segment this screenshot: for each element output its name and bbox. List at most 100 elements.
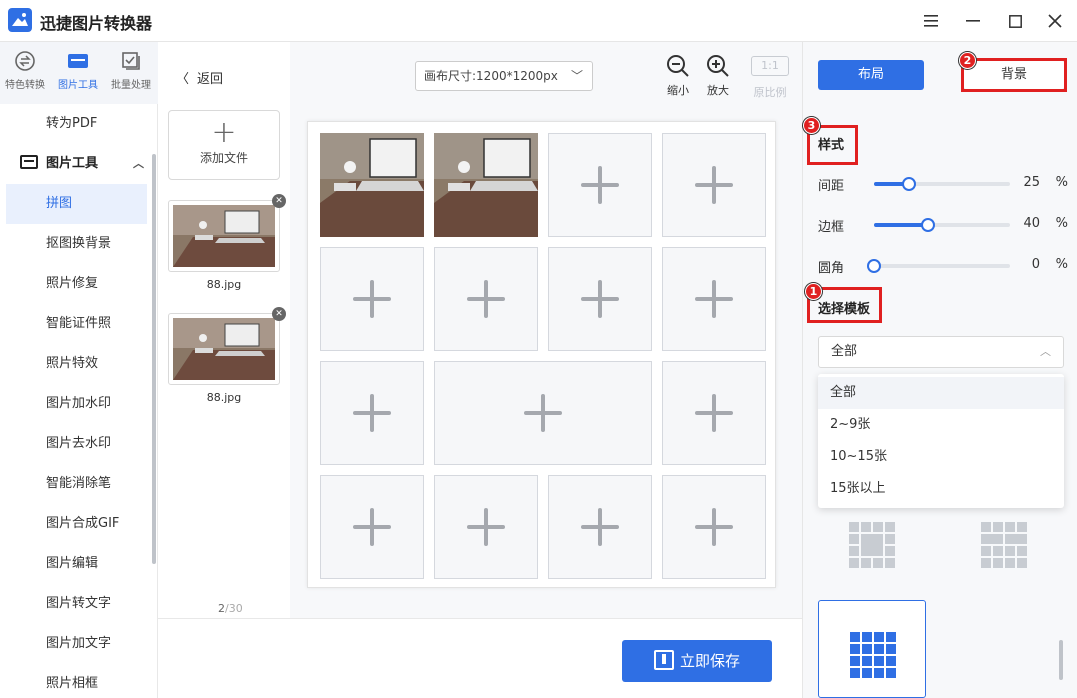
remove-file-icon[interactable]: ✕ bbox=[272, 194, 286, 208]
dropdown-option[interactable]: 15张以上 bbox=[818, 473, 1064, 505]
chevron-down-icon: ﹀ bbox=[570, 69, 583, 83]
plus-icon bbox=[581, 166, 619, 204]
sidebar-item-to-pdf[interactable]: 转为PDF bbox=[0, 104, 150, 144]
canvas-area: 画布尺寸:1200*1200px ﹀ 缩小 放大 1:1 原比例 bbox=[290, 42, 802, 618]
original-ratio-button[interactable]: 1:1 原比例 bbox=[750, 54, 790, 100]
ratio-box: 1:1 bbox=[751, 56, 789, 76]
dropdown-option[interactable]: 10~15张 bbox=[818, 441, 1064, 473]
collage-cell-photo[interactable] bbox=[320, 133, 424, 237]
zoom-in-button[interactable]: 放大 bbox=[698, 54, 738, 98]
collage-cell-empty[interactable] bbox=[320, 247, 424, 351]
dropdown-option[interactable]: 全部 bbox=[818, 377, 1064, 409]
slider-track[interactable] bbox=[874, 177, 1010, 191]
template-card-selected[interactable] bbox=[818, 600, 926, 698]
template-category-select[interactable]: 全部 ︿ bbox=[818, 336, 1064, 368]
collage-cell-photo[interactable] bbox=[434, 133, 538, 237]
collage-cell-empty[interactable] bbox=[662, 475, 766, 579]
corner-radius-slider[interactable]: 圆角 0 % bbox=[818, 256, 1068, 276]
maximize-icon[interactable] bbox=[1001, 8, 1029, 34]
sidebar-item-image-edit[interactable]: 图片编辑 bbox=[0, 544, 150, 584]
collage-cell-empty[interactable] bbox=[662, 361, 766, 465]
photo-thumbnail bbox=[173, 205, 275, 267]
slider-knob[interactable] bbox=[902, 177, 917, 191]
sidebar-item-smart-eraser[interactable]: 智能消除笔 bbox=[0, 464, 150, 504]
sidebar-item-gif-maker[interactable]: 图片合成GIF bbox=[0, 504, 150, 544]
app-title: 迅捷图片转换器 bbox=[40, 14, 153, 33]
image-tools-icon bbox=[67, 50, 89, 72]
sidebar-item-add-text[interactable]: 图片加文字 bbox=[0, 624, 150, 664]
sidebar-item-photo-effects[interactable]: 照片特效 bbox=[0, 344, 150, 384]
zoom-in-icon bbox=[706, 54, 730, 78]
download-icon bbox=[653, 650, 674, 670]
template-dropdown: 全部 2~9张 10~15张 15张以上 bbox=[818, 374, 1064, 508]
sidebar-item-cutout-background[interactable]: 抠图换背景 bbox=[0, 224, 150, 264]
slider-knob[interactable] bbox=[867, 259, 881, 273]
sidebar-scrollbar[interactable] bbox=[152, 154, 156, 564]
file-counter: 2/30 bbox=[218, 602, 243, 615]
collage-cell-empty[interactable] bbox=[548, 247, 652, 351]
sidebar-item-id-photo[interactable]: 智能证件照 bbox=[0, 304, 150, 344]
plus-icon bbox=[353, 508, 391, 546]
file-name: 88.jpg bbox=[206, 391, 242, 404]
sidebar-item-photo-repair[interactable]: 照片修复 bbox=[0, 264, 150, 304]
save-bar: 立即保存 bbox=[158, 618, 802, 698]
collage-cell-empty[interactable] bbox=[662, 133, 766, 237]
collage-cell-empty[interactable] bbox=[434, 475, 538, 579]
nav-list: 转为PDF 图片工具 ︿ 拼图 抠图换背景 照片修复 智能证件照 照片特效 图片… bbox=[0, 104, 150, 698]
plus-icon bbox=[581, 508, 619, 546]
highlight-box bbox=[961, 58, 1067, 92]
sidebar-item-add-watermark[interactable]: 图片加水印 bbox=[0, 384, 150, 424]
menu-icon[interactable] bbox=[917, 8, 945, 34]
chevron-up-icon: ︿ bbox=[1040, 345, 1051, 358]
canvas-size-select[interactable]: 画布尺寸:1200*1200px ﹀ bbox=[415, 61, 593, 91]
tab-layout[interactable]: 布局 bbox=[818, 60, 924, 90]
step-badge: 1 bbox=[805, 283, 822, 300]
title-bar: 迅捷图片转换器 bbox=[0, 0, 1077, 42]
template-grid-icon[interactable] bbox=[849, 522, 895, 572]
sidebar-item-photo-frame[interactable]: 照片相框 bbox=[0, 664, 150, 698]
plus-icon bbox=[695, 280, 733, 318]
zoom-out-button[interactable]: 缩小 bbox=[658, 54, 698, 98]
photo-thumbnail bbox=[173, 318, 275, 380]
collage-cell-empty[interactable] bbox=[320, 361, 424, 465]
topnav-special-convert[interactable]: 特色转换 bbox=[0, 50, 50, 91]
dropdown-option[interactable]: 2~9张 bbox=[818, 409, 1064, 441]
plus-icon bbox=[467, 280, 505, 318]
collage-cell-empty[interactable] bbox=[434, 361, 652, 465]
collage-cell-empty[interactable] bbox=[434, 247, 538, 351]
back-button[interactable]: 〈返回 bbox=[176, 68, 223, 87]
file-thumbnail[interactable]: ✕ bbox=[168, 307, 286, 385]
topnav-batch[interactable]: 批量处理 bbox=[106, 50, 156, 91]
collage-cell-empty[interactable] bbox=[662, 247, 766, 351]
template-grid-icon bbox=[850, 632, 896, 682]
plus-icon bbox=[524, 394, 562, 432]
sidebar-group-image-tools[interactable]: 图片工具 ︿ bbox=[0, 144, 150, 184]
zoom-out-icon bbox=[666, 54, 690, 78]
border-slider[interactable]: 边框 40 % bbox=[818, 215, 1068, 235]
close-icon[interactable] bbox=[1041, 8, 1069, 34]
slider-track[interactable] bbox=[874, 218, 1010, 232]
slider-knob[interactable] bbox=[921, 218, 936, 232]
panel-scrollbar[interactable] bbox=[1059, 640, 1063, 680]
step-badge: 3 bbox=[803, 117, 820, 134]
collage-cell-empty[interactable] bbox=[548, 475, 652, 579]
image-tools-icon bbox=[20, 155, 38, 169]
save-button[interactable]: 立即保存 bbox=[622, 640, 772, 682]
spacing-slider[interactable]: 间距 25 % bbox=[818, 174, 1068, 194]
plus-icon bbox=[695, 394, 733, 432]
topnav-image-tools[interactable]: 图片工具 bbox=[53, 50, 103, 91]
collage-cell-empty[interactable] bbox=[548, 133, 652, 237]
remove-file-icon[interactable]: ✕ bbox=[272, 307, 286, 321]
sidebar-item-collage[interactable]: 拼图 bbox=[6, 184, 147, 224]
sidebar-item-image-to-text[interactable]: 图片转文字 bbox=[0, 584, 150, 624]
add-file-button[interactable]: + 添加文件 bbox=[168, 110, 280, 180]
slider-fill bbox=[874, 223, 929, 227]
sidebar-item-remove-watermark[interactable]: 图片去水印 bbox=[0, 424, 150, 464]
chevron-up-icon: ︿ bbox=[133, 157, 144, 170]
collage-cell-empty[interactable] bbox=[320, 475, 424, 579]
minimize-icon[interactable] bbox=[959, 8, 987, 34]
template-grid-icon[interactable] bbox=[981, 522, 1027, 572]
plus-icon bbox=[581, 280, 619, 318]
slider-track[interactable] bbox=[867, 259, 1010, 273]
file-thumbnail[interactable]: ✕ bbox=[168, 194, 286, 272]
